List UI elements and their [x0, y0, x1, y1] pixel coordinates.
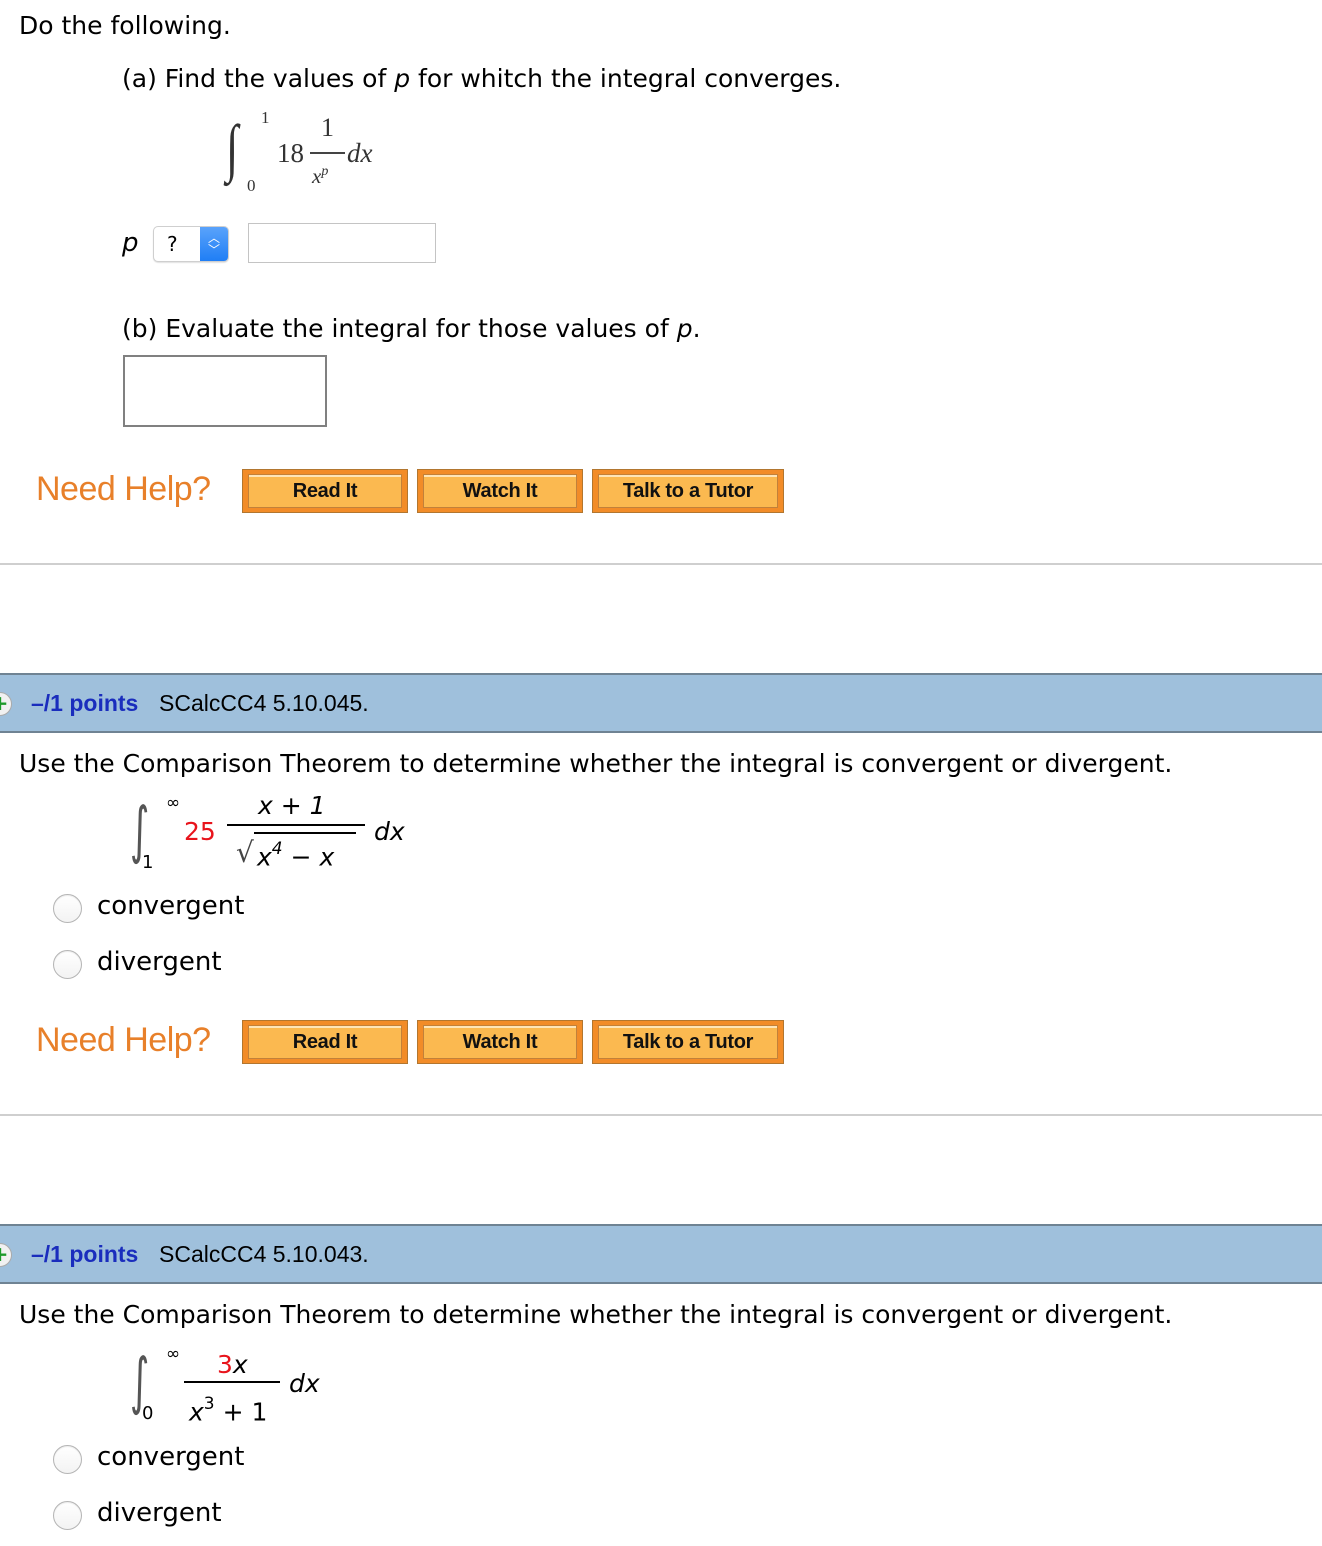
intro-text: Do the following. [19, 11, 231, 40]
square-root-icon: √ [236, 836, 254, 869]
inequality-select[interactable]: ? ︿ ﹀ [153, 226, 229, 262]
read-it-button[interactable]: Read It [242, 1020, 408, 1064]
integral-q1-lower: 1 [142, 852, 154, 873]
talk-to-tutor-button[interactable]: Talk to a Tutor [592, 469, 784, 513]
p-label: p [122, 228, 139, 258]
p-value-input[interactable] [248, 223, 436, 263]
part-a-prompt-prefix: (a) Find the values of [122, 64, 395, 93]
watch-it-button[interactable]: Watch It [417, 1020, 583, 1064]
expand-plus-icon[interactable]: + [0, 1243, 12, 1267]
denominator-base: x [189, 1397, 204, 1427]
part-b-prompt: (b) Evaluate the integral for those valu… [122, 314, 701, 344]
integral-a-lower: 0 [247, 176, 256, 195]
integral-a-denominator: xp [312, 160, 328, 188]
integral-a-upper: 1 [261, 108, 270, 127]
talk-to-tutor-label: Talk to a Tutor [598, 1025, 778, 1059]
integral-q2-numerator: 3x [217, 1350, 248, 1380]
numerator-coef: 3 [217, 1350, 233, 1379]
integral-q1-differential: dx [374, 817, 405, 846]
integral-a-numerator: 1 [321, 113, 334, 142]
option-label-convergent-2[interactable]: convergent [97, 1442, 244, 1472]
radicand-exp: 4 [271, 839, 283, 859]
radio-divergent-1[interactable] [53, 950, 82, 979]
option-label-divergent-1[interactable]: divergent [97, 947, 222, 977]
question-id: SCalcCC4 5.10.043. [159, 1241, 369, 1267]
integral-a-differential: dx [347, 138, 373, 168]
section-divider [0, 563, 1322, 565]
integral-q2-lower: 0 [142, 1403, 154, 1424]
numerator-var: x [232, 1350, 248, 1379]
watch-it-label: Watch It [423, 1025, 577, 1059]
integral-q1-upper: ∞ [166, 793, 181, 813]
part-b-prompt-var: p [676, 314, 693, 343]
option-label-convergent-1[interactable]: convergent [97, 891, 244, 921]
question-header-1: + –/1 points SCalcCC4 5.10.045. [0, 673, 1322, 733]
integral-a-fraction-bar [310, 152, 345, 154]
integral-a-denominator-exp: p [321, 164, 329, 179]
read-it-label: Read It [248, 1025, 402, 1059]
radio-convergent-2[interactable] [53, 1445, 82, 1474]
expand-plus-icon[interactable]: + [0, 692, 12, 716]
talk-to-tutor-label: Talk to a Tutor [598, 474, 778, 508]
question-id: SCalcCC4 5.10.045. [159, 690, 369, 716]
question-points: –/1 points [31, 1241, 139, 1267]
integral-q1-radicand: x4 − x [257, 836, 334, 872]
read-it-button[interactable]: Read It [242, 469, 408, 513]
radio-divergent-2[interactable] [53, 1501, 82, 1530]
radicand-rest: − x [282, 842, 335, 872]
radicand-base: x [257, 842, 272, 872]
denominator-rest: + 1 [214, 1397, 268, 1427]
radio-convergent-1[interactable] [53, 894, 82, 923]
integral-a-denominator-base: x [312, 164, 322, 188]
radical-vinculum [254, 832, 356, 834]
question-points: –/1 points [31, 690, 139, 716]
part-a-prompt-suffix: for whitch the integral converges. [410, 64, 842, 93]
talk-to-tutor-button[interactable]: Talk to a Tutor [592, 1020, 784, 1064]
need-help-label: Need Help? [36, 1021, 211, 1059]
option-label-divergent-2[interactable]: divergent [97, 1498, 222, 1528]
part-a-prompt-var: p [394, 64, 411, 93]
integral-sign: ∫ [226, 112, 239, 183]
need-help-label: Need Help? [36, 470, 211, 508]
integral-q1-numerator: x + 1 [258, 791, 326, 820]
section-divider [0, 1114, 1322, 1116]
part-b-prompt-prefix: (b) Evaluate the integral for those valu… [122, 314, 677, 343]
integral-value-input[interactable] [123, 355, 327, 427]
integral-q1-fraction-bar [227, 824, 365, 826]
integral-q2-denominator: x3 + 1 [189, 1391, 267, 1427]
integral-q2-fraction-bar [184, 1381, 280, 1383]
part-b-prompt-suffix: . [692, 314, 701, 343]
question-prompt-2: Use the Comparison Theorem to determine … [19, 1300, 1173, 1329]
integral-q2-differential: dx [289, 1369, 320, 1398]
watch-it-label: Watch It [423, 474, 577, 508]
part-a-prompt: (a) Find the values of p for whitch the … [122, 64, 841, 94]
integral-q2-upper: ∞ [166, 1344, 181, 1364]
question-header-2: + –/1 points SCalcCC4 5.10.043. [0, 1224, 1322, 1284]
inequality-select-value: ? [167, 232, 178, 256]
question-prompt-1: Use the Comparison Theorem to determine … [19, 749, 1173, 778]
watch-it-button[interactable]: Watch It [417, 469, 583, 513]
chevron-up-down-icon: ︿ ﹀ [200, 227, 228, 261]
integral-a-coefficient: 18 [277, 138, 304, 168]
integral-q1-coefficient: 25 [184, 817, 216, 846]
denominator-exp: 3 [203, 1394, 215, 1414]
read-it-label: Read It [248, 474, 402, 508]
